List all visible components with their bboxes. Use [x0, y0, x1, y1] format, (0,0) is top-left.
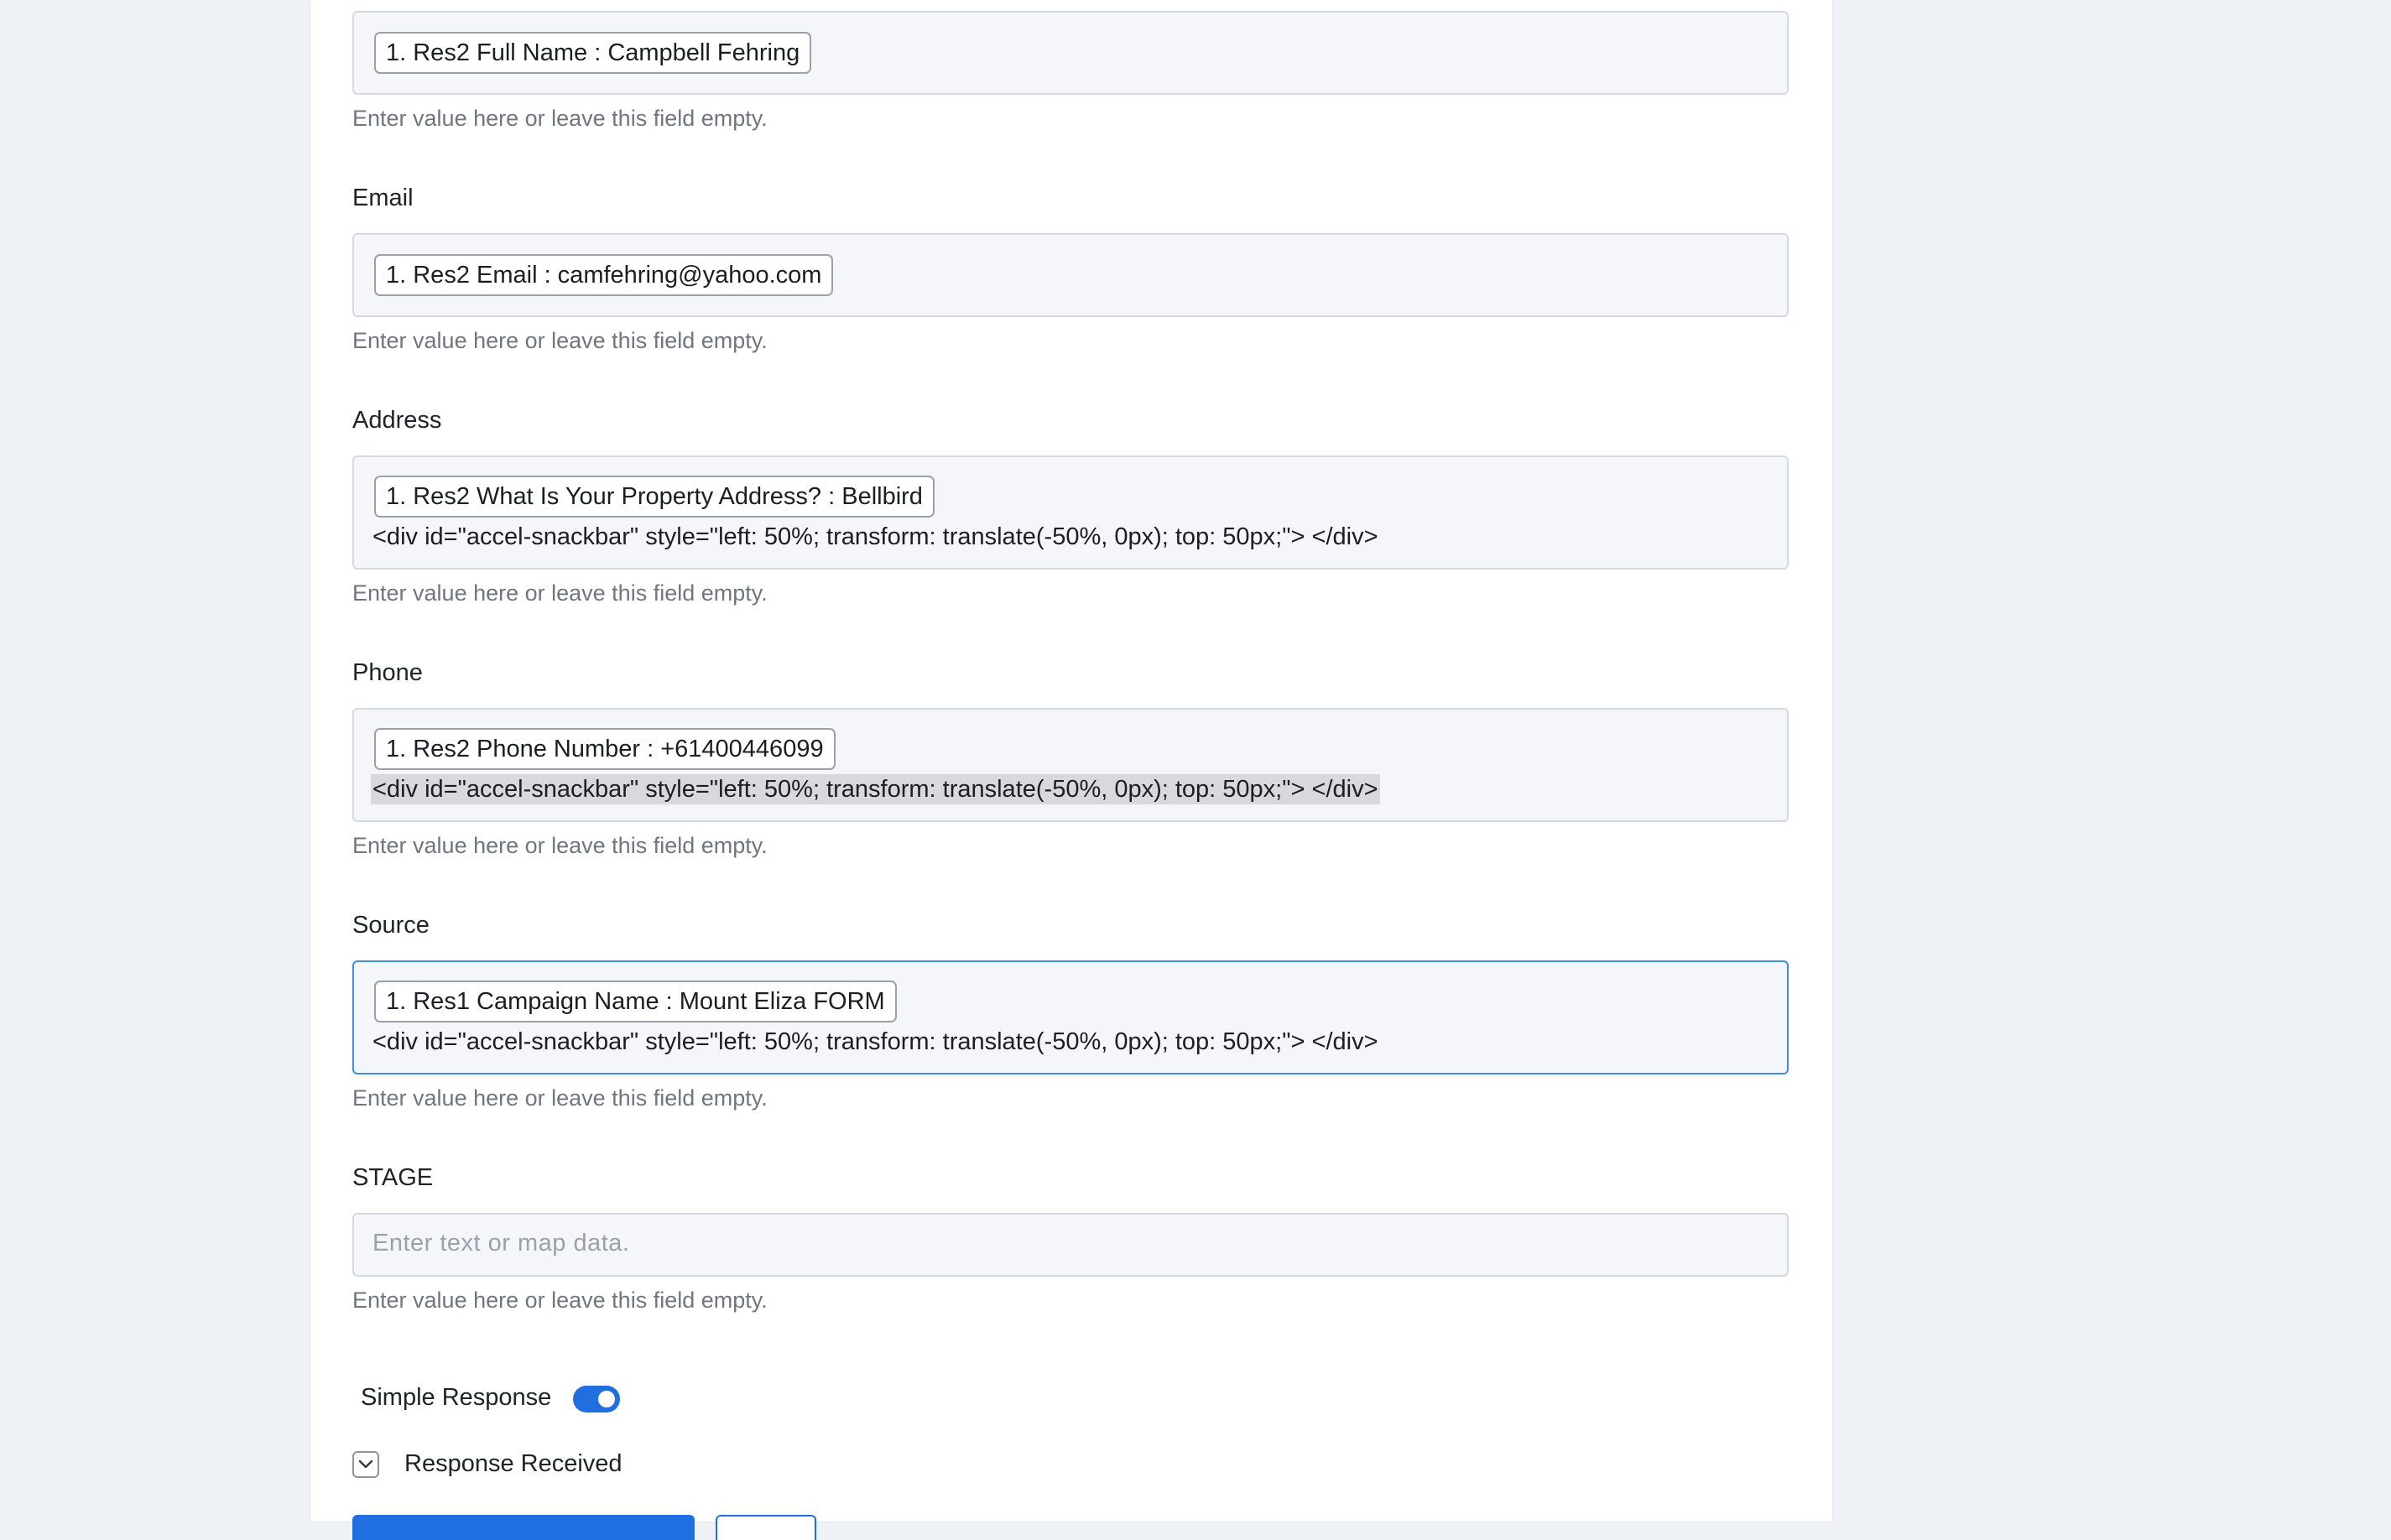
address-help-text: Enter value here or leave this field emp… — [352, 580, 768, 606]
simple-response-label: Simple Response — [361, 1383, 552, 1411]
email-label: Email — [352, 185, 414, 211]
address-label: Address — [352, 407, 442, 434]
email-field[interactable]: 1. Res2 Email : camfehring@yahoo.com — [352, 233, 1789, 317]
phone-field[interactable]: 1. Res2 Phone Number : +61400446099 <div… — [352, 708, 1789, 822]
primary-action-button[interactable] — [352, 1515, 695, 1540]
raw-text-value: <div id="accel-snackbar" style="left: 50… — [372, 523, 1378, 550]
form-panel: 1. Res2 Full Name : Campbell Fehring Ent… — [310, 0, 1832, 1540]
simple-response-toggle[interactable] — [573, 1386, 621, 1413]
mapped-value-pill[interactable]: 1. Res2 What Is Your Property Address? :… — [374, 476, 935, 518]
full-name-field[interactable]: 1. Res2 Full Name : Campbell Fehring — [352, 11, 1789, 95]
mapped-value-pill[interactable]: 1. Res2 Email : camfehring@yahoo.com — [374, 254, 834, 296]
response-received-expand-toggle[interactable] — [352, 1450, 379, 1478]
phone-help-text: Enter value here or leave this field emp… — [352, 833, 768, 858]
toggle-knob — [598, 1391, 616, 1407]
mapped-value-pill[interactable]: 1. Res1 Campaign Name : Mount Eliza FORM — [374, 981, 897, 1022]
full-name-help-text: Enter value here or leave this field emp… — [352, 106, 768, 131]
secondary-action-button[interactable] — [716, 1515, 816, 1540]
chevron-down-icon — [358, 1459, 373, 1468]
response-received-row: Response Received — [352, 1450, 622, 1478]
selected-raw-text-value: <div id="accel-snackbar" style="left: 50… — [371, 774, 1380, 804]
simple-response-row: Simple Response — [361, 1382, 621, 1413]
source-field[interactable]: 1. Res1 Campaign Name : Mount Eliza FORM… — [352, 960, 1789, 1074]
stage-help-text: Enter value here or leave this field emp… — [352, 1288, 768, 1313]
email-help-text: Enter value here or leave this field emp… — [352, 328, 768, 353]
raw-text-value: <div id="accel-snackbar" style="left: 50… — [372, 1028, 1378, 1055]
phone-label: Phone — [352, 659, 423, 686]
stage-label: STAGE — [352, 1164, 434, 1191]
source-label: Source — [352, 912, 430, 939]
stage-field[interactable]: Enter text or map data. — [352, 1213, 1789, 1277]
response-received-label: Response Received — [404, 1450, 622, 1477]
source-help-text: Enter value here or leave this field emp… — [352, 1085, 768, 1111]
mapped-value-pill[interactable]: 1. Res2 Phone Number : +61400446099 — [374, 728, 836, 770]
stage-placeholder: Enter text or map data. — [372, 1230, 630, 1256]
address-field[interactable]: 1. Res2 What Is Your Property Address? :… — [352, 455, 1789, 570]
mapped-value-pill[interactable]: 1. Res2 Full Name : Campbell Fehring — [374, 32, 812, 74]
